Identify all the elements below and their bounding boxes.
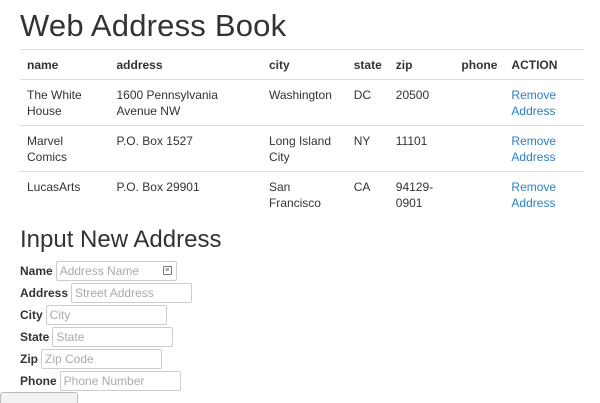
table-header-row: name address city state zip phone ACTION bbox=[20, 49, 584, 80]
state-row: State bbox=[20, 326, 174, 348]
zip-row: Zip bbox=[20, 348, 162, 370]
table-row: Marvel Comics P.O. Box 1527 Long Island … bbox=[20, 125, 584, 172]
cell-zip: 94129-0901 bbox=[388, 171, 455, 217]
cell-zip: 11101 bbox=[388, 125, 455, 172]
cell-city: San Francisco bbox=[261, 171, 347, 217]
form-title: Input New Address bbox=[20, 226, 222, 253]
cell-phone bbox=[454, 171, 505, 217]
keyboard-icon[interactable]: ≡ bbox=[162, 266, 172, 275]
city-label: City bbox=[20, 308, 43, 322]
phone-input[interactable] bbox=[59, 371, 181, 391]
name-row: Name ≡ bbox=[20, 260, 177, 282]
name-label: Name bbox=[20, 264, 53, 278]
cell-address: P.O. Box 1527 bbox=[109, 125, 262, 172]
state-input[interactable] bbox=[52, 327, 174, 347]
cell-phone bbox=[454, 79, 505, 126]
city-input[interactable] bbox=[45, 305, 167, 325]
cell-action: Remove Address bbox=[504, 79, 584, 126]
cell-zip: 20500 bbox=[388, 79, 455, 126]
state-label: State bbox=[20, 330, 50, 344]
zip-input[interactable] bbox=[41, 349, 162, 369]
cell-state: DC bbox=[346, 79, 389, 126]
table-row: LucasArts P.O. Box 29901 San Francisco C… bbox=[20, 171, 584, 217]
remove-address-link[interactable]: Remove Address bbox=[511, 180, 556, 210]
column-header-address: address bbox=[109, 49, 262, 80]
cell-name: Marvel Comics bbox=[20, 125, 110, 172]
column-header-zip: zip bbox=[388, 49, 455, 80]
remove-address-link[interactable]: Remove Address bbox=[511, 88, 556, 118]
cell-phone bbox=[454, 125, 505, 172]
column-header-city: city bbox=[261, 49, 347, 80]
cell-state: CA bbox=[346, 171, 389, 217]
column-header-name: name bbox=[20, 49, 110, 80]
cell-address: P.O. Box 29901 bbox=[109, 171, 262, 217]
cell-action: Remove Address bbox=[504, 125, 584, 172]
cell-action: Remove Address bbox=[504, 171, 584, 217]
name-input[interactable] bbox=[55, 261, 177, 281]
cell-city: Washington bbox=[261, 79, 347, 126]
column-header-action: ACTION bbox=[504, 49, 584, 80]
name-field-wrap: ≡ bbox=[55, 261, 177, 281]
cell-city: Long Island City bbox=[261, 125, 347, 172]
column-header-state: state bbox=[346, 49, 389, 80]
address-table: name address city state zip phone ACTION… bbox=[20, 49, 584, 217]
zip-label: Zip bbox=[20, 352, 38, 366]
cell-address: 1600 Pennsylvania Avenue NW bbox=[109, 79, 262, 126]
remove-address-link[interactable]: Remove Address bbox=[511, 134, 556, 164]
column-header-phone: phone bbox=[454, 49, 505, 80]
phone-row: Phone bbox=[20, 370, 181, 392]
city-row: City bbox=[20, 304, 167, 326]
address-input[interactable] bbox=[71, 283, 193, 303]
cell-name: LucasArts bbox=[20, 171, 110, 217]
table-row: The White House 1600 Pennsylvania Avenue… bbox=[20, 79, 584, 126]
cell-name: The White House bbox=[20, 79, 110, 126]
phone-label: Phone bbox=[20, 374, 57, 388]
cell-state: NY bbox=[346, 125, 389, 172]
address-row: Address bbox=[20, 282, 193, 304]
submit-button[interactable] bbox=[0, 392, 78, 403]
page-title: Web Address Book bbox=[20, 8, 287, 43]
address-label: Address bbox=[20, 286, 69, 300]
